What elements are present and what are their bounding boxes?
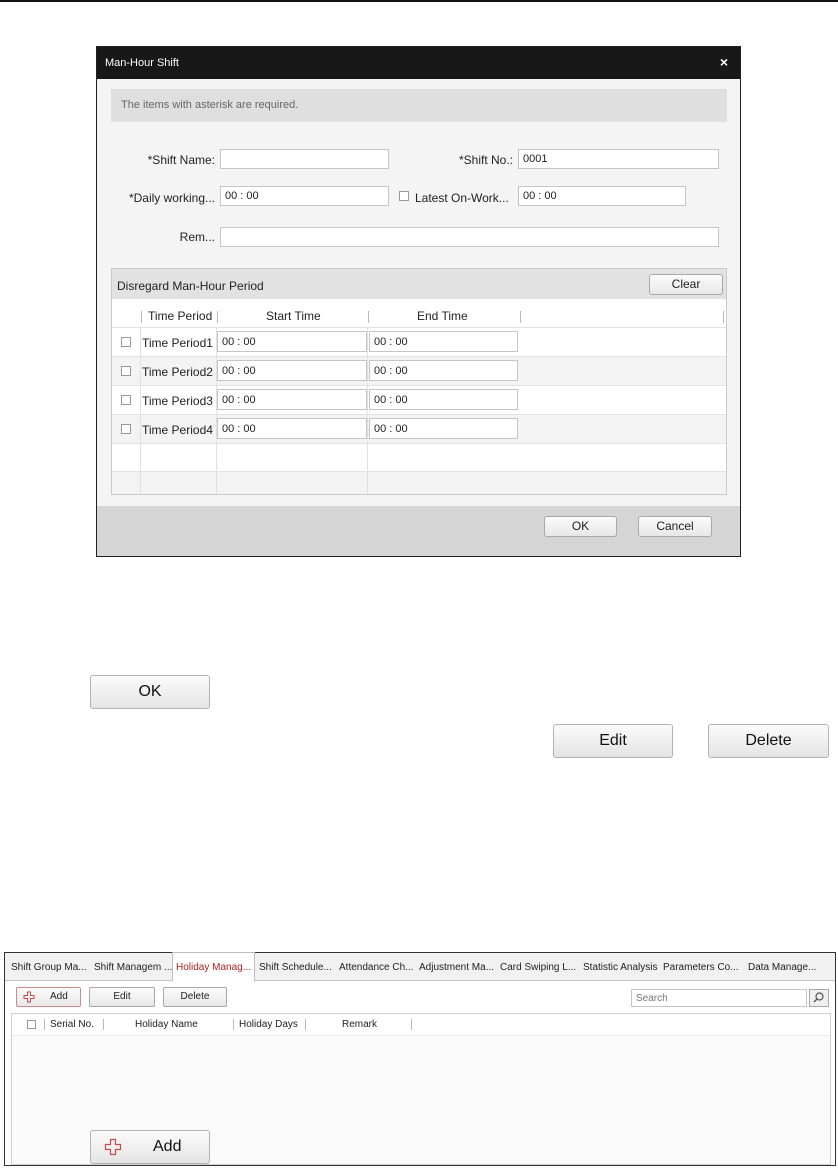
delete-button-sample[interactable]: Delete <box>708 724 829 758</box>
latest-on-work-checkbox[interactable] <box>399 191 409 201</box>
dialog-title: Man-Hour Shift <box>105 57 179 69</box>
tab-statistic-analysis[interactable]: Statistic Analysis <box>583 953 657 981</box>
add-button[interactable]: Add <box>16 987 81 1007</box>
start-time-input[interactable] <box>217 360 367 381</box>
end-time-input[interactable] <box>369 360 518 381</box>
cancel-button[interactable]: Cancel <box>638 516 712 537</box>
shift-name-label: *Shift Name: <box>147 153 215 167</box>
holiday-table-header: Serial No. Holiday Name Holiday Days Rem… <box>12 1014 830 1036</box>
dialog-title-bar: Man-Hour Shift × <box>97 47 740 79</box>
table-row-empty <box>112 443 726 472</box>
table-row: Time Period1 <box>112 327 726 356</box>
col-header-remark: Remark <box>342 1019 378 1030</box>
ok-button-sample[interactable]: OK <box>90 675 210 709</box>
shift-name-input[interactable] <box>220 149 389 169</box>
ok-button[interactable]: OK <box>544 516 617 537</box>
shift-no-input[interactable] <box>518 149 719 169</box>
end-time-input[interactable] <box>369 389 518 410</box>
table-row-empty <box>112 471 726 494</box>
row-label: Time Period4 <box>142 423 213 437</box>
col-sep <box>103 1019 104 1030</box>
grid-line <box>216 327 217 494</box>
col-sep <box>217 311 218 323</box>
row-checkbox[interactable] <box>121 424 131 434</box>
start-time-input[interactable] <box>217 389 367 410</box>
tab-data-management[interactable]: Data Manage... <box>748 953 816 981</box>
table-row: Time Period3 <box>112 385 726 414</box>
col-header-time-period: Time Period <box>148 309 213 323</box>
latest-on-work-label: Latest On-Work... <box>415 191 509 205</box>
row-checkbox[interactable] <box>121 337 131 347</box>
plus-cross-icon <box>23 991 35 1003</box>
grid-line <box>367 327 368 494</box>
tab-adjustment[interactable]: Adjustment Ma... <box>419 953 494 981</box>
tab-parameters[interactable]: Parameters Co... <box>663 953 739 981</box>
latest-on-work-input[interactable] <box>518 186 686 206</box>
tab-bar: Shift Group Ma... Shift Managem ... Holi… <box>5 952 835 982</box>
required-note: The items with asterisk are required. <box>111 89 727 122</box>
tab-shift-group[interactable]: Shift Group Ma... <box>11 953 87 981</box>
row-checkbox[interactable] <box>121 366 131 376</box>
col-sep <box>44 1019 45 1030</box>
col-header-holiday-days: Holiday Days <box>239 1019 298 1030</box>
tab-holiday-management[interactable]: Holiday Manag... <box>172 952 256 982</box>
add-button-sample-label: Add <box>153 1138 182 1155</box>
period-title: Disregard Man-Hour Period <box>117 279 264 293</box>
search-input[interactable] <box>631 989 807 1007</box>
search-icon <box>813 992 824 1003</box>
col-sep <box>305 1019 306 1030</box>
remark-label: Rem... <box>179 230 215 244</box>
dialog-footer: OK Cancel <box>97 506 740 556</box>
remark-input[interactable] <box>220 227 719 247</box>
col-header-serial-no: Serial No. <box>50 1019 94 1030</box>
tab-shift-schedule[interactable]: Shift Schedule... <box>259 953 332 981</box>
daily-working-label: *Daily working... <box>128 191 215 205</box>
col-sep <box>368 311 369 323</box>
col-sep <box>233 1019 234 1030</box>
daily-working-input[interactable] <box>220 186 389 206</box>
row-label: Time Period2 <box>142 365 213 379</box>
start-time-input[interactable] <box>217 331 367 352</box>
tab-shift-management[interactable]: Shift Managem ... <box>94 953 172 981</box>
col-header-holiday-name: Holiday Name <box>135 1019 198 1030</box>
edit-button[interactable]: Edit <box>89 987 155 1007</box>
man-hour-shift-dialog: Man-Hour Shift × The items with asterisk… <box>96 46 741 557</box>
col-sep <box>520 311 521 323</box>
select-all-checkbox[interactable] <box>27 1020 36 1029</box>
row-label: Time Period1 <box>142 336 213 350</box>
row-checkbox[interactable] <box>121 395 131 405</box>
search-button[interactable] <box>809 989 829 1007</box>
col-header-start-time: Start Time <box>266 309 321 323</box>
delete-button[interactable]: Delete <box>163 987 227 1007</box>
col-header-end-time: End Time <box>417 309 468 323</box>
add-button-sample[interactable]: Add <box>90 1130 210 1164</box>
table-row: Time Period2 <box>112 356 726 385</box>
shift-no-label: *Shift No.: <box>458 153 513 167</box>
col-sep <box>141 311 142 323</box>
tab-attendance-check[interactable]: Attendance Ch... <box>339 953 414 981</box>
tab-card-swiping[interactable]: Card Swiping L... <box>500 953 576 981</box>
start-time-input[interactable] <box>217 418 367 439</box>
period-table-header: Disregard Man-Hour Period Clear <box>112 269 726 299</box>
plus-cross-icon <box>104 1138 122 1156</box>
col-sep <box>411 1019 412 1030</box>
grid-line <box>140 327 141 494</box>
end-time-input[interactable] <box>369 418 518 439</box>
page-top-rule <box>0 0 838 2</box>
add-button-label: Add <box>50 991 68 1002</box>
close-icon[interactable]: × <box>720 54 728 70</box>
disregard-period-table: Disregard Man-Hour Period Clear Time Per… <box>111 268 727 495</box>
table-row: Time Period4 <box>112 414 726 443</box>
end-time-input[interactable] <box>369 331 518 352</box>
col-sep <box>723 311 724 323</box>
clear-button[interactable]: Clear <box>649 274 723 295</box>
row-label: Time Period3 <box>142 394 213 408</box>
edit-button-sample[interactable]: Edit <box>553 724 673 758</box>
